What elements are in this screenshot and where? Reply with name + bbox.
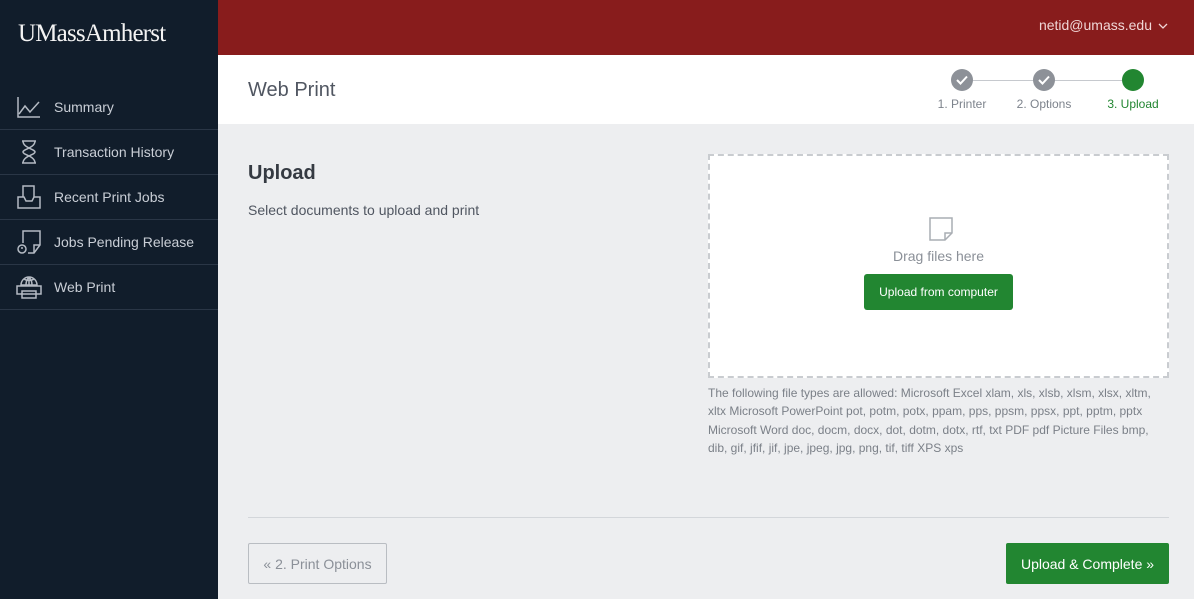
step-options[interactable]: 2. Options — [1014, 69, 1074, 111]
sidebar-item-label: Web Print — [54, 279, 116, 295]
back-to-print-options-button[interactable]: « 2. Print Options — [248, 543, 387, 584]
sidebar-item-label: Transaction History — [54, 144, 175, 160]
sidebar-item-jobs-pending-release[interactable]: Jobs Pending Release — [0, 220, 218, 265]
hourglass-icon — [16, 139, 42, 165]
sidebar-item-transaction-history[interactable]: Transaction History — [0, 130, 218, 175]
upload-from-computer-button[interactable]: Upload from computer — [864, 274, 1013, 310]
page-title: Web Print — [248, 79, 336, 101]
divider — [248, 517, 1169, 518]
section-title: Upload — [248, 162, 316, 184]
printer-globe-icon — [16, 274, 42, 300]
document-icon — [929, 217, 953, 246]
drop-text: Drag files here — [892, 248, 985, 264]
check-icon — [1033, 69, 1055, 91]
sidebar-item-recent-print-jobs[interactable]: Recent Print Jobs — [0, 175, 218, 220]
inbox-tray-icon — [16, 184, 42, 210]
section-subtitle: Select documents to upload and print — [248, 202, 480, 218]
step-label: 3. Upload — [1107, 97, 1159, 111]
sidebar-item-summary[interactable]: Summary — [0, 85, 218, 130]
sidebar-item-label: Jobs Pending Release — [54, 234, 195, 250]
active-step-dot — [1122, 69, 1144, 91]
sidebar-nav: Summary Transaction History Recent Print… — [0, 85, 218, 310]
sidebar-item-label: Recent Print Jobs — [54, 189, 165, 205]
page-header: Web Print 1. Printer 2. Options 3. Uploa… — [218, 55, 1194, 124]
step-upload: 3. Upload — [1102, 69, 1164, 111]
sidebar-item-web-print[interactable]: Web Print — [0, 265, 218, 310]
step-label: 1. Printer — [937, 97, 987, 111]
step-label: 2. Options — [1016, 97, 1072, 111]
progress-steps: 1. Printer 2. Options 3. Upload — [934, 69, 1164, 115]
upload-complete-button[interactable]: Upload & Complete » — [1006, 543, 1169, 584]
step-printer[interactable]: 1. Printer — [934, 69, 990, 111]
umass-logo[interactable]: UMassAmherst — [18, 20, 166, 48]
chart-line-icon — [16, 94, 42, 120]
user-menu[interactable]: netid@umass.edu — [1039, 17, 1168, 33]
user-email: netid@umass.edu — [1038, 17, 1152, 33]
sidebar-item-label: Summary — [54, 99, 114, 115]
file-dropzone[interactable]: Drag files here Upload from computer — [708, 154, 1169, 378]
chevron-down-icon — [1158, 17, 1168, 33]
top-bar: netid@umass.edu — [218, 0, 1194, 55]
document-clock-icon — [16, 229, 42, 255]
check-icon — [951, 69, 973, 91]
allowed-file-types: The following file types are allowed: Mi… — [708, 386, 1151, 455]
sidebar: UMassAmherst Summary Transaction History… — [0, 0, 218, 599]
